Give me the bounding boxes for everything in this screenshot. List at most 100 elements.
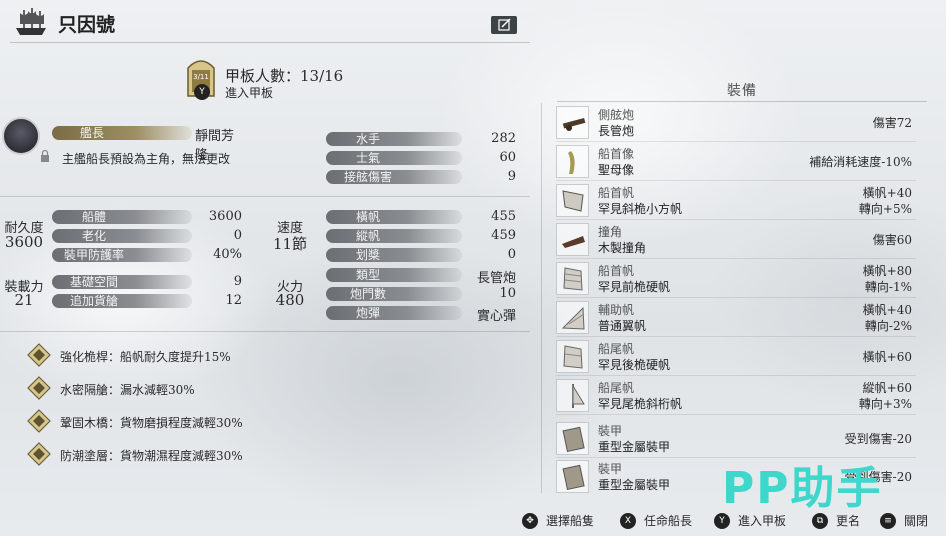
stat-label-fore-aft-sail: 縱帆 — [326, 229, 462, 243]
y-button-icon: Y — [194, 84, 210, 100]
equipment-stat: 補給消耗速度-10% — [809, 155, 912, 169]
equipment-name: 聖母像 — [598, 163, 635, 177]
sail-icon — [556, 262, 589, 295]
row-divider — [556, 141, 916, 142]
stat-value-armor-rate: 40% — [213, 247, 242, 262]
row-divider — [556, 297, 916, 298]
captain-label: 艦長 — [52, 126, 192, 140]
equipment-name: 重型金屬裝甲 — [598, 478, 671, 492]
captain-note: 主艦船長預設為主角，無法更改 — [62, 152, 231, 166]
equipment-name: 重型金屬裝甲 — [598, 440, 671, 454]
upgrade-diamond-icon — [27, 343, 51, 367]
hint-label: 選擇船隻 — [546, 514, 595, 528]
watermark-logo: PP助手 — [722, 463, 883, 514]
speed-value: 11節 — [272, 235, 308, 253]
armor-plate-icon — [556, 460, 589, 493]
stat-value-ammo: 實心彈 — [476, 309, 516, 324]
enter-deck-link[interactable]: 進入甲板 — [225, 84, 273, 101]
equipment-stat: 橫帆+40 — [862, 303, 912, 317]
stat-label-aging: 老化 — [52, 229, 192, 243]
stat-value-cannon-type: 長管炮 — [476, 271, 516, 286]
section-divider — [0, 331, 530, 332]
equipment-category: 輔助帆 — [598, 303, 635, 317]
equipment-name: 木製撞角 — [598, 241, 647, 255]
equipment-slot-ram[interactable]: 撞角 木製撞角 傷害60 — [556, 221, 916, 259]
header-divider — [10, 42, 530, 43]
stat-label-extra-cargo: 追加貨艙 — [52, 294, 192, 308]
equipment-name: 長管炮 — [598, 124, 635, 138]
equipment-name: 普通翼帆 — [598, 319, 647, 333]
stat-value-rowing: 0 — [507, 247, 516, 262]
stat-label-sailors: 水手 — [326, 132, 462, 146]
stat-value-fore-aft-sail: 459 — [491, 228, 516, 243]
stat-label-hull: 船體 — [52, 210, 192, 224]
hint-label: 更名 — [836, 514, 861, 528]
edit-icon — [498, 18, 511, 31]
equipment-stat: 轉向+3% — [858, 397, 912, 411]
row-divider — [556, 375, 916, 376]
stat-value-sailors: 282 — [491, 131, 516, 146]
section-divider — [0, 196, 530, 197]
svg-text:3/11: 3/11 — [193, 73, 209, 81]
equipment-category: 船尾帆 — [598, 342, 635, 356]
equipment-name: 罕見尾桅斜桁帆 — [598, 397, 683, 411]
equipment-divider — [557, 101, 927, 102]
row-divider — [556, 219, 916, 220]
lock-icon — [41, 150, 49, 162]
equipment-stat: 受到傷害-20 — [844, 432, 912, 446]
enter-deck-hint[interactable]: Y 進入甲板 — [714, 512, 786, 529]
hint-label: 任命船長 — [644, 514, 693, 528]
equipment-category: 船首帆 — [598, 264, 635, 278]
equipment-slot-broadside-cannon[interactable]: 側舷炮 長管炮 傷害72 — [556, 104, 916, 142]
sail-icon — [556, 184, 589, 217]
ship-name: 只因號 — [58, 14, 116, 36]
stat-value-morale: 60 — [499, 150, 516, 165]
equipment-category: 裝甲 — [598, 424, 623, 438]
equipment-slot-auxiliary-sail[interactable]: 輔助帆 普通翼帆 橫帆+40 轉向-2% — [556, 299, 916, 337]
perk-3: 鞏固木橋：貨物磨損程度減輕30% — [60, 416, 243, 430]
upgrade-diamond-icon — [27, 409, 51, 433]
cannon-icon — [556, 106, 589, 139]
equipment-title: 裝備 — [727, 83, 757, 99]
captain-avatar[interactable] — [2, 117, 40, 155]
select-ship-hint[interactable]: ✥ 選擇船隻 — [522, 512, 594, 529]
rename-button[interactable] — [491, 16, 517, 34]
armor-plate-icon — [556, 422, 589, 455]
firepower-value: 480 — [275, 291, 305, 309]
rename-hint[interactable]: ⧉ 更名 — [812, 512, 860, 529]
appoint-captain-hint[interactable]: X 任命船長 — [620, 512, 692, 529]
stat-value-aging: 0 — [233, 228, 242, 243]
stat-value-extra-cargo: 12 — [225, 293, 242, 308]
equipment-category: 側舷炮 — [598, 108, 635, 122]
equipment-slot-armor-1[interactable]: 裝甲 重型金屬裝甲 受到傷害-20 — [556, 420, 916, 458]
stat-label-square-sail: 橫帆 — [326, 210, 462, 224]
equipment-slot-figurehead[interactable]: 船首像 聖母像 補給消耗速度-10% — [556, 143, 916, 181]
perk-2: 水密隔艙：漏水減輕30% — [60, 383, 195, 397]
equipment-slot-bow-sail[interactable]: 船首帆 罕見斜桅小方帆 橫帆+40 轉向+5% — [556, 182, 916, 220]
equipment-stat: 縱帆+60 — [862, 381, 912, 395]
perk-4: 防潮塗層：貨物潮濕程度減輕30% — [60, 449, 243, 463]
y-button-icon: Y — [714, 512, 730, 529]
hint-label: 進入甲板 — [738, 514, 787, 528]
equipment-category: 船尾帆 — [598, 381, 635, 395]
equipment-slot-stern-sail-1[interactable]: 船尾帆 罕見後桅硬帆 橫帆+60 — [556, 338, 916, 376]
stat-label-rowing: 划槳 — [326, 248, 462, 262]
dpad-icon: ✥ — [522, 512, 538, 529]
equipment-stat: 傷害60 — [872, 233, 912, 247]
equipment-slot-fore-mast-sail[interactable]: 船首帆 罕見前桅硬帆 橫帆+80 轉向-1% — [556, 260, 916, 298]
row-divider — [556, 180, 916, 181]
stat-value-base-space: 9 — [233, 274, 242, 289]
close-hint[interactable]: ≡ 關閉 — [880, 512, 928, 529]
equipment-slot-stern-sail-2[interactable]: 船尾帆 罕見尾桅斜桁帆 縱帆+60 轉向+3% — [556, 377, 916, 415]
row-divider — [556, 258, 916, 259]
stat-value-hull: 3600 — [208, 209, 242, 224]
menu-button-icon: ≡ — [880, 512, 896, 529]
stat-label-morale: 士氣 — [326, 151, 462, 165]
stat-value-gun-ports: 10 — [499, 286, 516, 301]
equipment-stat: 橫帆+60 — [862, 350, 912, 364]
upgrade-diamond-icon — [27, 442, 51, 466]
upgrade-diamond-icon — [27, 376, 51, 400]
sail-icon — [556, 379, 589, 412]
view-button-icon: ⧉ — [812, 512, 828, 529]
stat-label-armor-rate: 裝甲防護率 — [52, 248, 192, 262]
